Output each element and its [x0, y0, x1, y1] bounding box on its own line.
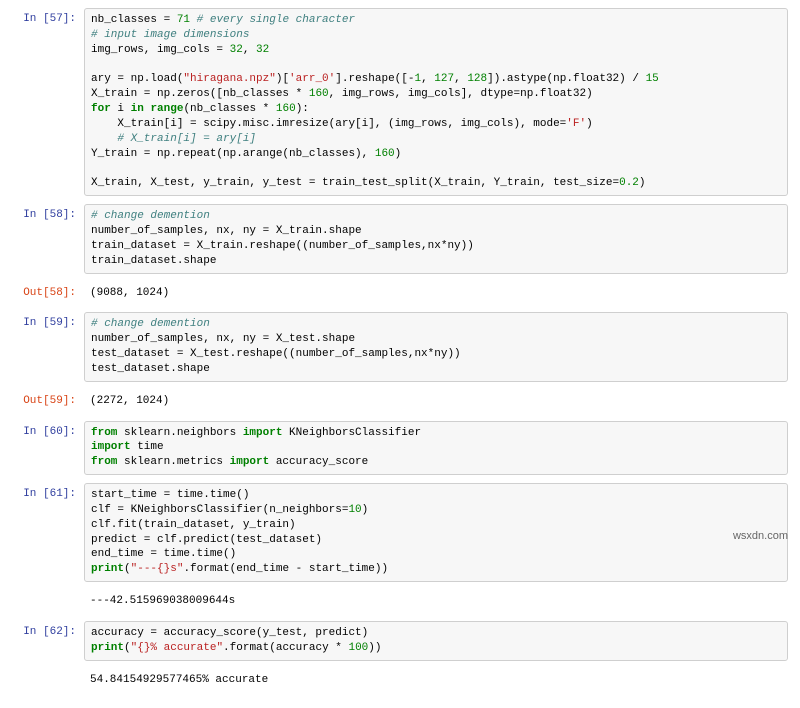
code-cell: In [59]:# change demention number_of_sam… — [12, 312, 788, 381]
input-prompt: In [62]: — [12, 621, 84, 661]
stdout-text: ---42.515969038009644s — [90, 594, 782, 609]
output-cell: Out[58]: (9088, 1024) — [12, 282, 788, 305]
output-cell: Out[59]: (2272, 1024) — [12, 390, 788, 413]
code-input[interactable]: from sklearn.neighbors import KNeighbors… — [84, 421, 788, 476]
code-input[interactable]: # change demention number_of_samples, nx… — [84, 204, 788, 273]
code-cell: In [62]:accuracy = accuracy_score(y_test… — [12, 621, 788, 661]
input-prompt: In [57]: — [12, 8, 84, 196]
code-text: nb_classes = 71 # every single character… — [91, 13, 781, 191]
code-cell: In [57]:nb_classes = 71 # every single c… — [12, 8, 788, 196]
code-text: from sklearn.neighbors import KNeighbors… — [91, 426, 781, 471]
output-prompt: Out[59]: — [12, 390, 84, 413]
output-text: (9088, 1024) — [90, 286, 782, 301]
code-cell: In [61]:start_time = time.time() clf = K… — [12, 483, 788, 582]
code-text: # change demention number_of_samples, nx… — [91, 317, 781, 376]
stdout-text: 54.84154929577465% accurate — [90, 673, 782, 688]
output-text: (2272, 1024) — [90, 394, 782, 409]
input-prompt: In [59]: — [12, 312, 84, 381]
code-text: accuracy = accuracy_score(y_test, predic… — [91, 626, 781, 656]
empty-prompt — [12, 590, 84, 613]
code-cell: In [58]:# change demention number_of_sam… — [12, 204, 788, 273]
stdout-cell: 54.84154929577465% accurate — [12, 669, 788, 692]
code-input[interactable]: nb_classes = 71 # every single character… — [84, 8, 788, 196]
code-input[interactable]: # change demention number_of_samples, nx… — [84, 312, 788, 381]
empty-prompt — [12, 669, 84, 692]
code-text: # change demention number_of_samples, nx… — [91, 209, 781, 268]
output-prompt: Out[58]: — [12, 282, 84, 305]
watermark: wsxdn.com — [733, 529, 788, 544]
stdout-cell: ---42.515969038009644s — [12, 590, 788, 613]
code-input[interactable]: accuracy = accuracy_score(y_test, predic… — [84, 621, 788, 661]
code-cell: In [60]:from sklearn.neighbors import KN… — [12, 421, 788, 476]
code-input[interactable]: start_time = time.time() clf = KNeighbor… — [84, 483, 788, 582]
input-prompt: In [60]: — [12, 421, 84, 476]
input-prompt: In [58]: — [12, 204, 84, 273]
input-prompt: In [61]: — [12, 483, 84, 582]
code-text: start_time = time.time() clf = KNeighbor… — [91, 488, 781, 577]
notebook: In [57]:nb_classes = 71 # every single c… — [12, 8, 788, 692]
